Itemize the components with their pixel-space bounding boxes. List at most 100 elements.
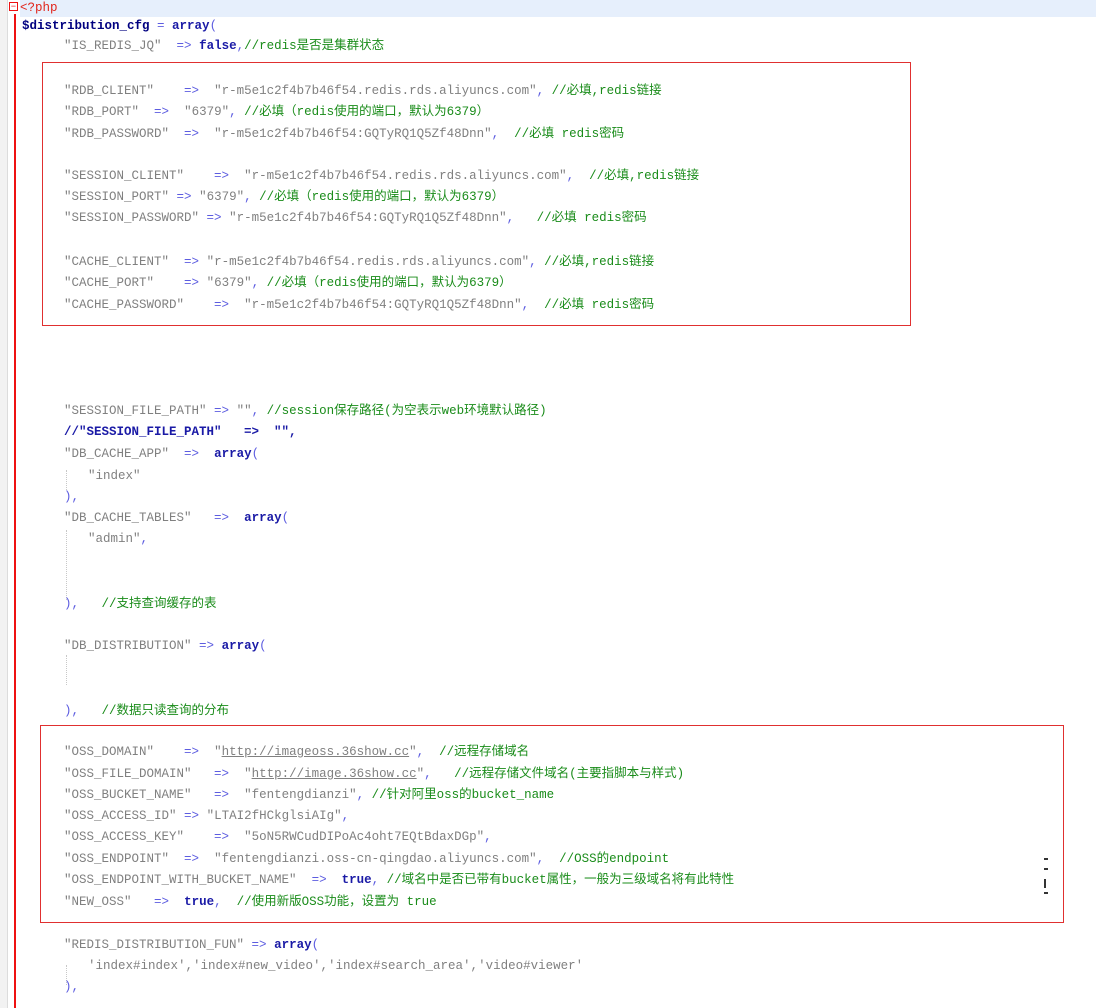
comment: //必填 redis密码 — [544, 298, 655, 312]
code-line[interactable]: "DB_DISTRIBUTION" => array( — [64, 638, 267, 655]
comment: //域名中是否已带有bucket属性，一般为三级域名将有此特性 — [386, 873, 735, 887]
arrow-op: => — [184, 276, 200, 290]
code-line[interactable]: ), — [64, 489, 79, 506]
code-line[interactable]: "RDB_CLIENT" => "r-m5e1c2f4b7b46f54.redi… — [64, 83, 662, 100]
keyword: array — [221, 639, 260, 653]
code-line[interactable]: "index" — [88, 468, 141, 485]
gutter — [0, 0, 8, 1008]
url-link[interactable]: http://image.36show.cc — [252, 767, 417, 781]
close-paren: ), — [64, 597, 80, 611]
array-key: "RDB_CLIENT" — [64, 84, 155, 98]
comma: , — [521, 298, 530, 312]
code-line[interactable]: "SESSION_PASSWORD" => "r-m5e1c2f4b7b46f5… — [64, 210, 647, 227]
bool-value: true — [341, 873, 372, 887]
code-line[interactable]: "SESSION_CLIENT" => "r-m5e1c2f4b7b46f54.… — [64, 168, 699, 185]
array-key: "CACHE_PASSWORD" — [64, 298, 185, 312]
code-line[interactable]: "OSS_ACCESS_ID" => "LTAI2fHCkglsiAIg", — [64, 808, 349, 825]
comma: , — [341, 809, 350, 823]
comment: //必填（redis使用的端口，默认为6379） — [244, 105, 490, 119]
code-line[interactable]: "NEW_OSS" => true, //使用新版OSS功能，设置为 true — [64, 894, 437, 911]
fold-minus-icon[interactable]: − — [9, 2, 18, 12]
code-line[interactable]: "RDB_PORT" => "6379", //必填（redis使用的端口，默认… — [64, 104, 489, 121]
comma: , — [484, 830, 492, 844]
comma: , — [251, 404, 260, 418]
code-line[interactable]: 'index#index','index#new_video','index#s… — [88, 958, 583, 975]
code-line[interactable]: "SESSION_FILE_PATH" => "", //session保存路径… — [64, 403, 547, 420]
comment: //必填（redis使用的端口，默认为6379） — [259, 190, 505, 204]
keyword: array — [172, 19, 210, 33]
array-key: "OSS_ACCESS_ID" — [64, 809, 177, 823]
code-editor[interactable]: − <?php $distribution_cfg = array( "IS_R… — [0, 0, 1096, 1008]
string-value: "r-m5e1c2f4b7b46f54.redis.rds.aliyuncs.c… — [244, 169, 567, 183]
array-key: "IS_REDIS_JQ" — [64, 39, 162, 53]
code-line[interactable]: ), — [64, 979, 79, 996]
array-key: "RDB_PORT" — [64, 105, 140, 119]
comment: //必填,redis链接 — [551, 84, 662, 98]
code-line[interactable]: ), //支持查询缓存的表 — [64, 596, 217, 613]
code-line[interactable]: "OSS_ACCESS_KEY" => "5oN5RWCudDIPoAc4oht… — [64, 829, 492, 846]
arrow-op: => — [199, 639, 215, 653]
code-line[interactable]: "CACHE_PASSWORD" => "r-m5e1c2f4b7b46f54:… — [64, 297, 654, 314]
code-line[interactable]: "DB_CACHE_APP" => array( — [64, 446, 259, 463]
array-key: "DB_DISTRIBUTION" — [64, 639, 192, 653]
code-line[interactable]: "REDIS_DISTRIBUTION_FUN" => array( — [64, 937, 319, 954]
comment: //redis是否是集群状态 — [244, 39, 385, 53]
fold-range-indicator — [14, 14, 16, 1008]
array-key: "OSS_DOMAIN" — [64, 745, 155, 759]
code-line[interactable]: "CACHE_PORT" => "6379", //必填（redis使用的端口，… — [64, 275, 512, 292]
edge-mark — [1044, 868, 1048, 870]
code-line-php-open[interactable]: <?php — [20, 0, 1096, 17]
code-line[interactable]: "admin", — [88, 531, 148, 548]
array-key: "DB_CACHE_TABLES" — [64, 511, 192, 525]
string-value: "5oN5RWCudDIPoAc4oht7EQtBdaxDGp" — [244, 830, 485, 844]
variable-name: $distribution_cfg — [22, 19, 150, 33]
code-line-commented[interactable]: //"SESSION_FILE_PATH" => "", — [64, 424, 297, 441]
arrow-op: => — [214, 404, 230, 418]
comment: //OSS的endpoint — [559, 852, 670, 866]
comma: , — [229, 105, 237, 119]
arrow-op: => — [214, 511, 230, 525]
code-line[interactable]: ), //数据只读查询的分布 — [64, 703, 229, 720]
comment: //使用新版OSS功能，设置为 true — [236, 895, 437, 909]
arrow-op: => — [154, 895, 170, 909]
code-line[interactable]: "OSS_ENDPOINT_WITH_BUCKET_NAME" => true,… — [64, 872, 734, 889]
string-value: "" — [236, 404, 252, 418]
code-line[interactable]: "DB_CACHE_TABLES" => array( — [64, 510, 289, 527]
edge-mark — [1044, 879, 1046, 888]
code-line[interactable]: "OSS_BUCKET_NAME" => "fentengdianzi", //… — [64, 787, 554, 804]
comma: , — [236, 39, 245, 53]
arrow-op: => — [184, 447, 200, 461]
url-link[interactable]: http://imageoss.36show.cc — [222, 745, 410, 759]
string-value: "6379" — [206, 276, 252, 290]
code-line[interactable]: "IS_REDIS_JQ" => false,//redis是否是集群状态 — [64, 38, 384, 55]
comma: , — [214, 895, 222, 909]
comma: , — [371, 873, 380, 887]
code-line[interactable]: "OSS_DOMAIN" => "http://imageoss.36show.… — [64, 744, 529, 761]
quote: " — [214, 745, 222, 759]
code-line[interactable]: "OSS_FILE_DOMAIN" => "http://image.36sho… — [64, 766, 684, 783]
string-value: "r-m5e1c2f4b7b46f54.redis.rds.aliyuncs.c… — [214, 84, 537, 98]
indent-guide — [66, 470, 67, 490]
comma: , — [416, 745, 425, 759]
comment: //必填,redis链接 — [589, 169, 700, 183]
comma: , — [506, 211, 515, 225]
arrow-op: => — [184, 84, 200, 98]
arrow-op: => — [214, 298, 230, 312]
array-key: "DB_CACHE_APP" — [64, 447, 170, 461]
edge-mark — [1044, 892, 1048, 894]
code-line[interactable]: "RDB_PASSWORD" => "r-m5e1c2f4b7b46f54:GQ… — [64, 126, 624, 143]
string-value: "admin" — [88, 532, 141, 546]
quote: " — [409, 745, 417, 759]
array-key: "SESSION_PORT" — [64, 190, 170, 204]
array-key: "SESSION_FILE_PATH" — [64, 404, 207, 418]
code-line[interactable]: "CACHE_CLIENT" => "r-m5e1c2f4b7b46f54.re… — [64, 254, 654, 271]
code-line-distribution-cfg[interactable]: $distribution_cfg = array( — [22, 18, 217, 35]
comma: , — [424, 767, 432, 781]
code-line[interactable]: "SESSION_PORT" => "6379", //必填（redis使用的端… — [64, 189, 504, 206]
array-key: "REDIS_DISTRIBUTION_FUN" — [64, 938, 245, 952]
comma: , — [251, 276, 260, 290]
arrow-op: => — [251, 938, 267, 952]
arrow-op: => — [214, 788, 230, 802]
code-line[interactable]: "OSS_ENDPOINT" => "fentengdianzi.oss-cn-… — [64, 851, 669, 868]
arrow-op: => — [184, 745, 200, 759]
